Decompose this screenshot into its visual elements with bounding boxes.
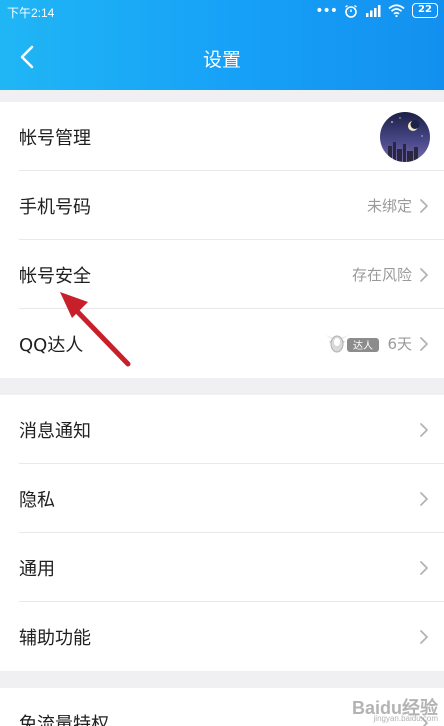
row-label: 辅助功能 xyxy=(19,627,91,649)
row-label: 帐号安全 xyxy=(19,265,91,287)
chevron-right-icon xyxy=(420,422,428,437)
row-account-management[interactable]: 帐号管理 xyxy=(0,102,444,171)
row-label: QQ达人 xyxy=(19,334,84,356)
row-privacy[interactable]: 隐私 xyxy=(0,464,444,533)
chevron-right-icon xyxy=(420,336,428,351)
status-icons: ••• 22 xyxy=(315,3,438,18)
row-label: 消息通知 xyxy=(19,420,91,442)
row-label: 帐号管理 xyxy=(19,127,91,149)
row-accessory xyxy=(418,602,430,671)
row-phone-number[interactable]: 手机号码 未绑定 xyxy=(0,171,444,240)
row-account-security[interactable]: 帐号安全 存在风险 xyxy=(0,240,444,309)
row-accessory: 存在风险 xyxy=(352,240,430,309)
alarm-icon xyxy=(345,4,357,18)
chevron-right-icon xyxy=(420,560,428,575)
expert-badge: 达人 xyxy=(323,329,381,359)
row-accessory xyxy=(418,464,430,533)
row-value: 存在风险 xyxy=(351,266,412,284)
row-label: 手机号码 xyxy=(19,196,91,218)
row-label: 免流量特权 xyxy=(19,713,109,726)
row-accessory xyxy=(418,395,430,464)
row-value: 6天 xyxy=(387,335,412,353)
more-dots-icon: ••• xyxy=(315,2,338,19)
wifi-icon xyxy=(388,4,405,17)
row-accessory xyxy=(380,102,430,171)
expert-badge-text: 达人 xyxy=(353,340,373,352)
expert-badge-icon: 达人 xyxy=(325,334,380,352)
chevron-right-icon xyxy=(420,198,428,213)
chevron-right-icon xyxy=(420,267,428,282)
header: 下午2:14 ••• 22 设置 xyxy=(0,0,444,90)
row-message-notification[interactable]: 消息通知 xyxy=(0,395,444,464)
row-accessory: 未绑定 xyxy=(367,171,430,240)
settings-group-account: 帐号管理 手机号码 未绑定 帐号安全 存在风险 QQ达人 达人 6天 xyxy=(0,102,444,378)
row-qq-expert[interactable]: QQ达人 达人 6天 xyxy=(0,309,444,378)
row-general[interactable]: 通用 xyxy=(0,533,444,602)
watermark-sub: jingyan.baidu.com xyxy=(373,714,438,723)
row-accessibility[interactable]: 辅助功能 xyxy=(0,602,444,671)
status-bar: 下午2:14 ••• 22 xyxy=(0,0,444,24)
row-label: 隐私 xyxy=(19,489,55,511)
signal-icon xyxy=(366,5,381,17)
status-time: 下午2:14 xyxy=(7,6,55,20)
page-title: 设置 xyxy=(202,49,241,71)
chevron-right-icon xyxy=(420,629,428,644)
avatar xyxy=(380,111,430,162)
baidu-watermark: Baidu经验 jingyan.baidu.com xyxy=(352,694,438,723)
chevron-right-icon xyxy=(420,491,428,506)
nav-bar: 设置 xyxy=(0,34,444,80)
row-value: 未绑定 xyxy=(366,197,412,215)
row-accessory: 达人 6天 xyxy=(323,309,430,378)
row-label: 通用 xyxy=(19,558,55,580)
row-accessory xyxy=(418,533,430,602)
settings-group-general: 消息通知 隐私 通用 辅助功能 xyxy=(0,395,444,671)
battery-icon: 22 xyxy=(412,3,438,18)
